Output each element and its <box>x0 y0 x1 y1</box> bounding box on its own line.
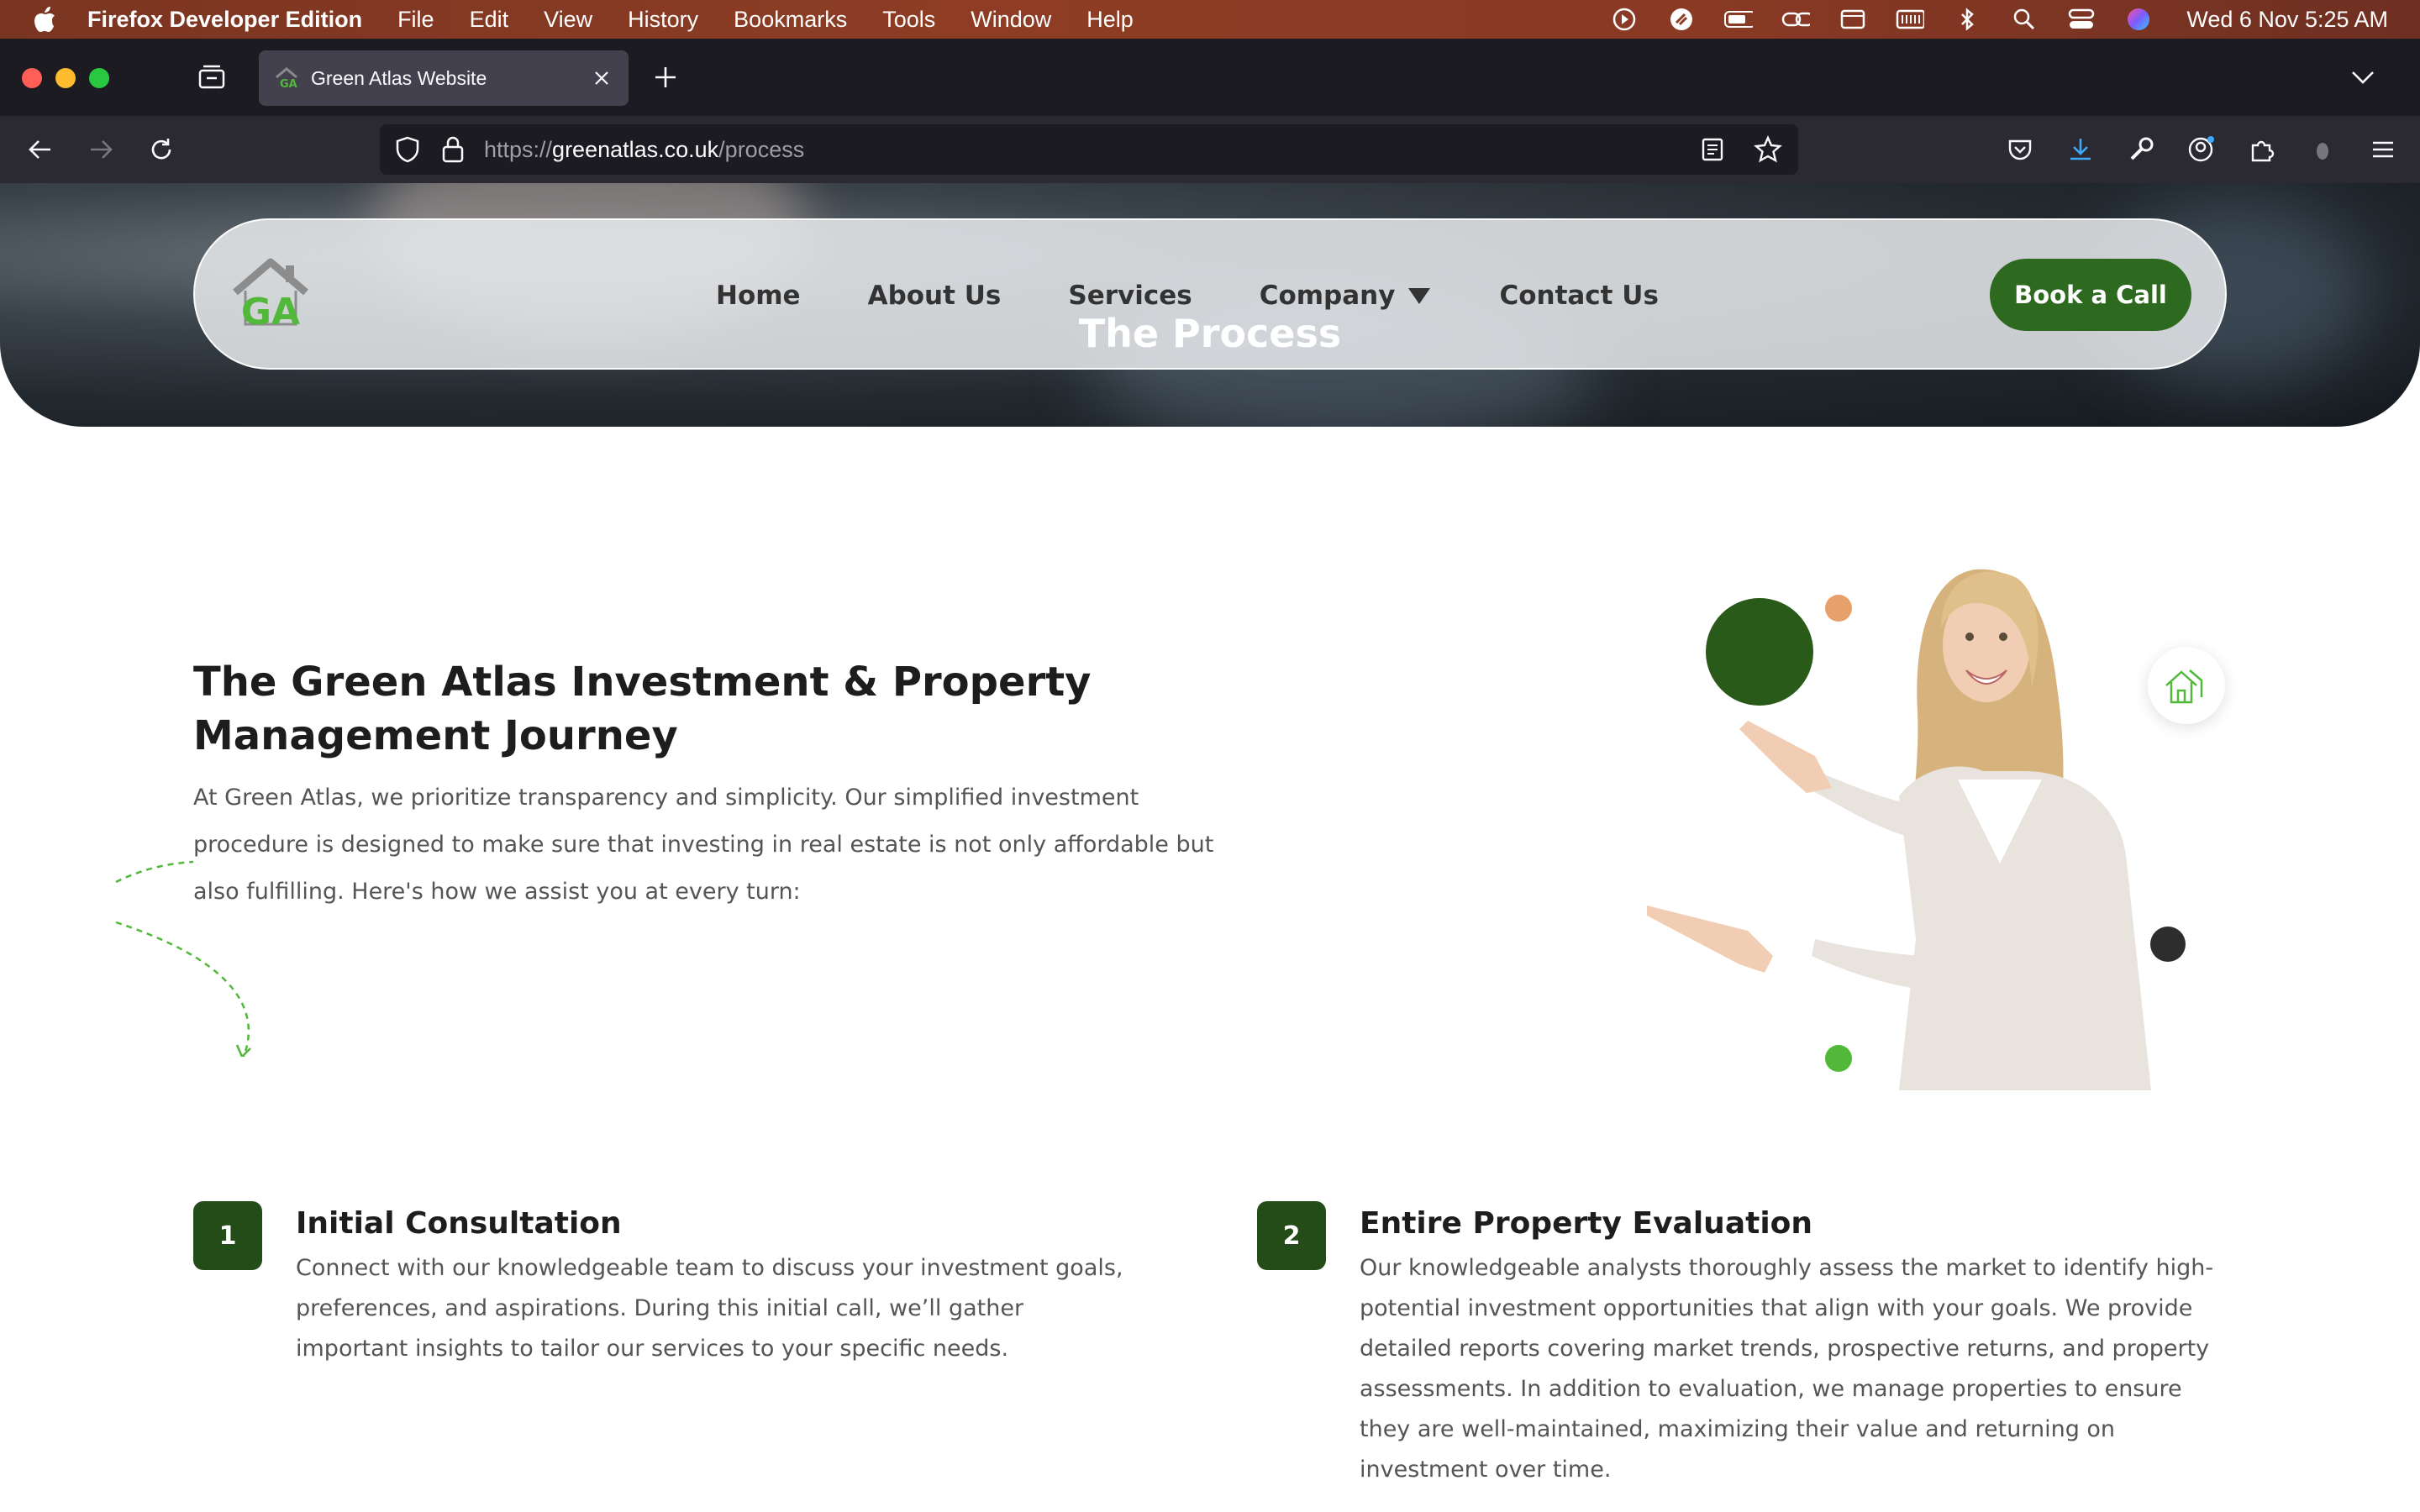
journey-title: The Green Atlas Investment & Property Ma… <box>193 659 1092 759</box>
step-title: Initial Consultation <box>296 1206 622 1241</box>
menu-view[interactable]: View <box>544 7 592 33</box>
app-name[interactable]: Firefox Developer Edition <box>87 7 362 33</box>
web-page: GA Home About Us Services Company Contac… <box>0 183 2420 1512</box>
nav-link-about[interactable]: About Us <box>868 281 1002 311</box>
url-path: /process <box>718 136 805 162</box>
menu-hamburger-icon[interactable] <box>2368 133 2398 166</box>
calendar-icon[interactable] <box>1839 7 1867 32</box>
tracking-protection-shield-icon[interactable] <box>393 135 422 164</box>
hero-banner: GA Home About Us Services Company Contac… <box>0 183 2420 427</box>
tab-overview-icon[interactable] <box>197 62 227 92</box>
developer-tools-wrench-icon[interactable] <box>2126 133 2156 166</box>
orange-dot-decoration <box>1825 595 1852 622</box>
nav-link-contact[interactable]: Contact Us <box>1499 281 1658 311</box>
hero-title: The Process <box>1078 311 1342 356</box>
bookmark-star-icon[interactable] <box>1753 134 1783 165</box>
siri-icon[interactable] <box>2124 7 2153 32</box>
businesswoman-illustration <box>1647 519 2235 1090</box>
step-title: Entire Property Evaluation <box>1360 1206 1813 1241</box>
list-all-tabs-icon[interactable] <box>2348 62 2378 92</box>
new-tab-icon[interactable] <box>650 62 681 92</box>
url-actions <box>1697 134 1783 165</box>
menubar-clock[interactable]: Wed 6 Nov 5:25 AM <box>2186 7 2388 33</box>
vpn-icon[interactable] <box>1667 7 1696 32</box>
control-center-icon[interactable] <box>2067 7 2096 32</box>
journey-description: At Green Atlas, we prioritize transparen… <box>193 785 1214 905</box>
downloads-icon[interactable] <box>2065 133 2096 166</box>
house-outline-icon <box>2165 669 2203 704</box>
dark-dot-decoration <box>2150 927 2186 962</box>
menu-help[interactable]: Help <box>1086 7 1134 33</box>
browser-tab-active[interactable]: GA Green Atlas Website <box>259 50 629 106</box>
browser-chrome: GA Green Atlas Website https:// greenatl… <box>0 39 2420 183</box>
lock-icon[interactable] <box>440 135 466 164</box>
extensions-puzzle-icon[interactable] <box>2247 133 2277 166</box>
dashed-arrow-decoration <box>109 838 277 1059</box>
menu-window[interactable]: Window <box>971 7 1051 33</box>
battery-icon[interactable] <box>1724 7 1754 32</box>
reload-icon[interactable] <box>145 133 178 166</box>
reader-view-icon[interactable] <box>1697 134 1728 165</box>
step-number-badge: 2 <box>1257 1201 1326 1270</box>
close-window-button[interactable] <box>22 68 42 88</box>
keyboard-icon[interactable] <box>1896 7 1925 32</box>
pocket-icon[interactable] <box>2005 133 2035 166</box>
minimize-window-button[interactable] <box>55 68 76 88</box>
green-circle-decoration <box>1706 598 1813 706</box>
navigation-toolbar: https:// greenatlas.co.uk /process <box>0 116 2420 183</box>
nav-link-home[interactable]: Home <box>716 281 801 311</box>
account-icon[interactable] <box>2186 133 2217 166</box>
menu-edit[interactable]: Edit <box>470 7 509 33</box>
svg-text:GA: GA <box>280 78 297 91</box>
nav-link-company[interactable]: Company <box>1260 281 1433 311</box>
step-description: Connect with our knowledgeable team to d… <box>296 1255 1123 1362</box>
address-bar[interactable]: https:// greenatlas.co.uk /process <box>380 124 1798 175</box>
step-number-badge: 1 <box>193 1201 262 1270</box>
macos-menubar: Firefox Developer Edition File Edit View… <box>0 0 2420 39</box>
toolbar-right <box>2005 133 2420 166</box>
house-badge <box>2148 647 2225 724</box>
menu-tools[interactable]: Tools <box>882 7 935 33</box>
status-area: Wed 6 Nov 5:25 AM <box>1610 0 2388 39</box>
menu-history[interactable]: History <box>628 7 698 33</box>
caret-down-icon <box>1408 288 1431 304</box>
site-favicon-icon: GA <box>274 66 299 91</box>
url-host: greenatlas.co.uk <box>552 136 719 162</box>
zoom-window-button[interactable] <box>89 68 109 88</box>
menu-file[interactable]: File <box>397 7 434 33</box>
play-icon[interactable] <box>1610 7 1639 32</box>
nav-link-company-label: Company <box>1259 281 1396 311</box>
menu-bookmarks[interactable]: Bookmarks <box>734 7 847 33</box>
step-description: Our knowledgeable analysts thoroughly as… <box>1360 1255 2214 1483</box>
close-tab-icon[interactable] <box>585 61 618 95</box>
apple-icon[interactable] <box>30 5 59 34</box>
forward-arrow-icon[interactable] <box>84 133 118 166</box>
tab-title: Green Atlas Website <box>311 66 487 89</box>
nav-link-services[interactable]: Services <box>1068 281 1192 311</box>
tab-strip: GA Green Atlas Website <box>0 39 2420 116</box>
url-scheme: https:// <box>484 136 553 162</box>
back-arrow-icon[interactable] <box>24 133 57 166</box>
extension-icon[interactable] <box>2307 133 2338 166</box>
green-dot-decoration <box>1825 1045 1852 1072</box>
spotlight-search-icon[interactable] <box>2010 7 2039 32</box>
bluetooth-icon[interactable] <box>1953 7 1981 32</box>
link-icon[interactable] <box>1781 7 1811 32</box>
